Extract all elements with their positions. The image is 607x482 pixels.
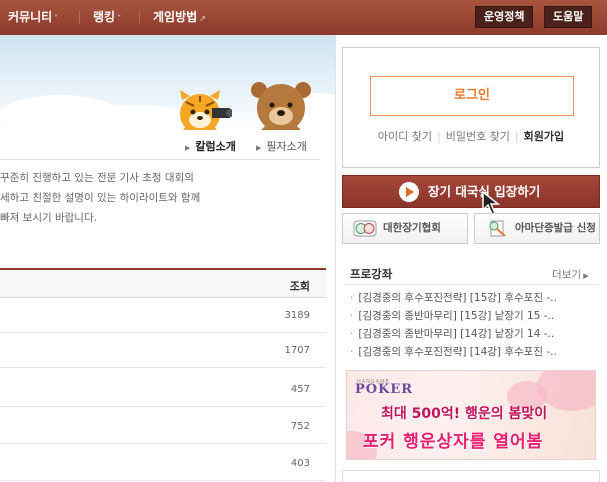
top-nav: 커뮤니티 ˅ 랭킹 ˅ 게임방법 ↗ 운영정책 도움말: [0, 0, 607, 35]
policy-button[interactable]: 운영정책: [475, 6, 534, 28]
column-divider: [335, 35, 336, 482]
tab-writer-intro[interactable]: ▶ 필자소개: [256, 138, 307, 154]
nav-divider: [139, 11, 140, 24]
bullet-icon: ·: [350, 292, 354, 304]
table-row[interactable]: 1707: [0, 333, 326, 368]
signup-link[interactable]: 회원가입: [524, 130, 564, 143]
column-banner: JB: [0, 35, 335, 130]
next-box: [342, 470, 600, 482]
external-link-icon: ↗: [199, 14, 206, 23]
pro-lessons-divider: [344, 284, 598, 285]
korea-janggi-association-button[interactable]: 대한장기협회: [342, 213, 468, 244]
arrow-right-icon: ▶: [256, 144, 262, 152]
play-icon: [399, 182, 419, 202]
column-subtabs: ▶ 칼럼소개 ▶ 필자소개: [0, 130, 320, 160]
find-id-link[interactable]: 아이디 찾기: [378, 130, 432, 143]
ad-tagline: 포커 행운상자를 열어봄: [363, 432, 544, 452]
list-item[interactable]: · [김경중의 후수포진전략] [14강] 후수포진 -..: [350, 344, 557, 359]
login-links: 아이디 찾기 | 비밀번호 찾기 | 회원가입: [343, 128, 599, 144]
list-item[interactable]: · [김경중의 종반마무리] [14강] 낱장기 14 -..: [350, 326, 554, 341]
poker-ad-banner[interactable]: HANGAME POKER 최대 500억! 행운의 봄맞이 포커 행운상자를 …: [346, 370, 596, 460]
help-button[interactable]: 도움말: [544, 6, 593, 28]
table-row[interactable]: 3189: [0, 298, 326, 333]
arrow-right-icon: ▶: [185, 144, 191, 152]
list-item[interactable]: · [김경중의 종반마무리] [15강] 낱장기 15 -..: [350, 308, 554, 323]
table-row[interactable]: 403: [0, 446, 326, 481]
views-column-header: 조회: [289, 280, 310, 293]
pro-lessons-title: 프로강좌: [350, 267, 393, 281]
tab-column-intro[interactable]: ▶ 칼럼소개: [185, 138, 236, 154]
enter-game-room-button[interactable]: 장기 대국실 입장하기: [342, 175, 600, 215]
arrow-right-icon: ▶: [580, 272, 589, 280]
views-count: 457: [290, 384, 310, 395]
bullet-icon: ·: [350, 328, 354, 340]
chevron-down-icon: ˅: [117, 14, 122, 23]
login-box: 로그인 아이디 찾기 | 비밀번호 찾기 | 회원가입: [342, 47, 600, 168]
bear-mascot-icon: JB: [251, 82, 311, 130]
pro-lessons-more-link[interactable]: 더보기 ▶: [552, 267, 589, 282]
column-description: 꾸준히 진행하고 있는 전문 기사 초청 대회의 세하고 친절한 설명이 있는 …: [0, 172, 201, 224]
find-password-link[interactable]: 비밀번호 찾기: [446, 130, 510, 143]
views-count: 752: [290, 421, 310, 432]
views-count: 3189: [284, 310, 310, 321]
ad-headline: 최대 500억! 행운의 봄맞이: [381, 406, 548, 422]
link-divider: |: [436, 130, 441, 143]
nav-community[interactable]: 커뮤니티 ˅: [8, 0, 58, 35]
nav-howto[interactable]: 게임방법 ↗: [153, 0, 206, 35]
ad-brand-logo: POKER: [355, 382, 414, 397]
nav-divider: [79, 11, 80, 24]
views-count: 1707: [284, 345, 310, 356]
table-row[interactable]: 457: [0, 372, 326, 407]
chevron-down-icon: ˅: [54, 14, 59, 23]
login-button[interactable]: 로그인: [370, 76, 574, 116]
link-divider: |: [514, 130, 519, 143]
list-item[interactable]: · [김경중의 후수포진전략] [15강] 후수포진 -..: [350, 290, 557, 305]
janggi-piece-icon: [353, 220, 377, 237]
table-row[interactable]: 752: [0, 409, 326, 444]
tiger-mascot-icon: [180, 90, 232, 130]
bullet-icon: ·: [350, 310, 354, 322]
nav-ranking[interactable]: 랭킹 ˅: [93, 0, 121, 35]
list-header: 조회: [0, 270, 326, 298]
bullet-icon: ·: [350, 346, 354, 358]
amateur-rank-apply-button[interactable]: 아마단증발급 신청: [474, 213, 600, 244]
certificate-icon: [489, 220, 506, 237]
views-count: 403: [290, 458, 310, 469]
